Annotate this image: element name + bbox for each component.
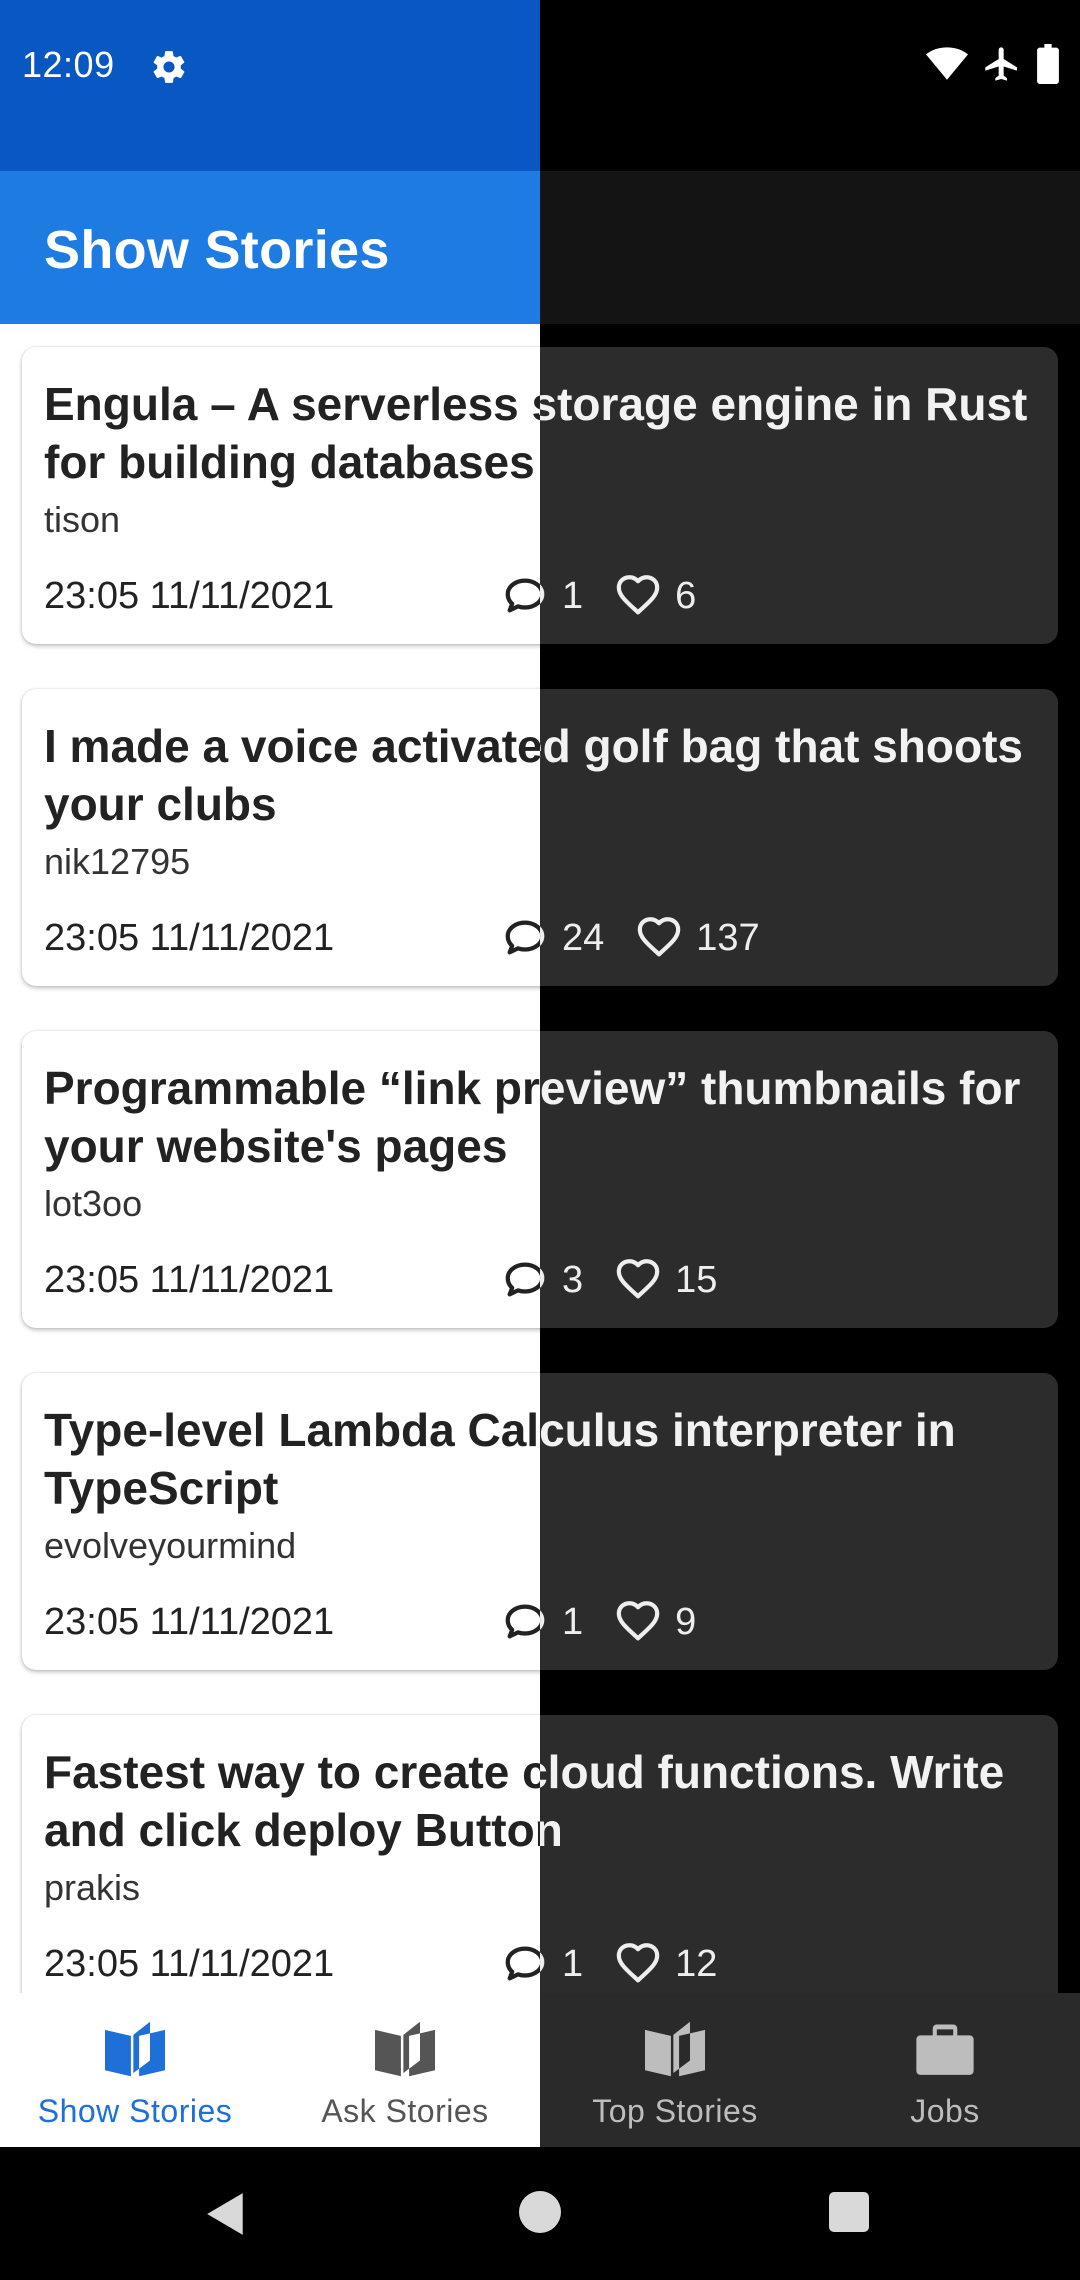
book-open-icon (375, 2021, 435, 2077)
nav-tab-jobs[interactable]: Jobs (810, 1993, 1080, 2147)
likes-count[interactable]: 6 (613, 573, 696, 619)
heart-icon (616, 1943, 660, 1983)
story-timestamp: 23:05 11/11/2021 (44, 916, 335, 959)
book-open-icon (645, 2021, 705, 2077)
story-timestamp: 23:05 11/11/2021 (44, 1600, 335, 1643)
story-timestamp: 23:05 11/11/2021 (44, 1942, 335, 1985)
likes-count[interactable]: 15 (613, 1257, 717, 1303)
system-navigation-bar (0, 2147, 1080, 2280)
heart-icon (616, 575, 660, 615)
story-author: evolveyourmind (44, 1525, 297, 1566)
heart-icon (616, 1259, 660, 1299)
book-open-icon (105, 2021, 165, 2077)
story-author: lot3oo (44, 1183, 143, 1224)
story-timestamp: 23:05 11/11/2021 (44, 574, 335, 617)
nav-tab-top-stories[interactable]: Top Stories (540, 1993, 810, 2147)
home-icon[interactable] (519, 2191, 561, 2233)
story-timestamp: 23:05 11/11/2021 (44, 1258, 335, 1301)
likes-count[interactable]: 12 (613, 1941, 717, 1987)
story-author: nik12795 (44, 841, 191, 882)
status-time: 12:09 (22, 44, 115, 85)
briefcase-icon (916, 2024, 974, 2075)
heart-icon (616, 1601, 660, 1641)
gear-icon (153, 51, 185, 83)
recent-apps-icon[interactable] (829, 2192, 869, 2232)
status-icons (926, 44, 1060, 84)
wifi-icon (926, 47, 968, 80)
nav-tab-ask-stories[interactable]: Ask Stories (270, 1993, 540, 2147)
nav-tab-show-stories[interactable]: Show Stories (0, 1993, 270, 2147)
page-title: Show Stories (44, 220, 390, 280)
likes-count[interactable]: 137 (634, 915, 760, 961)
heart-icon (638, 917, 681, 957)
story-author: tison (44, 499, 121, 540)
airplane-icon (985, 47, 1017, 81)
back-icon[interactable] (205, 2191, 247, 2237)
story-author: prakis (44, 1867, 141, 1908)
battery-icon (1037, 44, 1059, 84)
likes-count[interactable]: 9 (613, 1599, 696, 1645)
